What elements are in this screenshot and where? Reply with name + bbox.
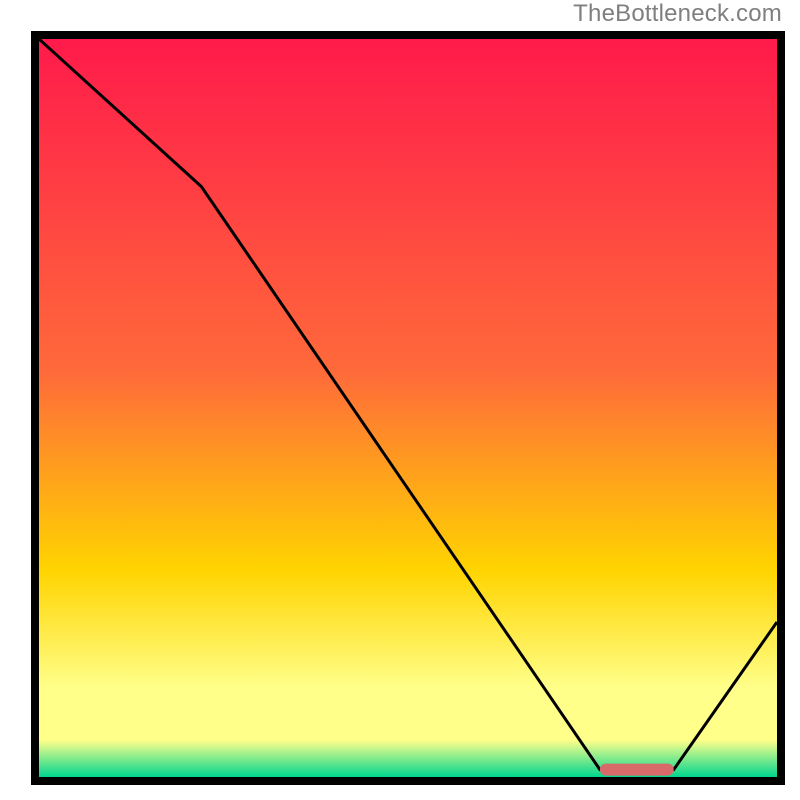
plot-svg: [39, 39, 777, 777]
attribution-text: TheBottleneck.com: [573, 0, 782, 28]
heat-background: [39, 39, 777, 777]
chart-stage: { "attribution": "TheBottleneck.com", "c…: [0, 0, 800, 800]
optimal-range-marker: [600, 764, 674, 776]
